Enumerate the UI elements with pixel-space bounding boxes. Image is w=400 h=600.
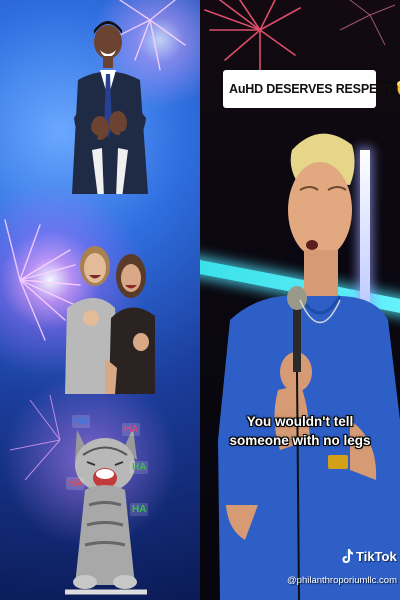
creator-handle[interactable]: @philanthroporiumllc.com	[284, 575, 400, 586]
tiktok-brand-text: TikTok	[356, 548, 397, 564]
clapping-man-sticker	[72, 21, 148, 194]
video-frame: HA HA HA HA HA AuHD DESERVES RESPECT You…	[0, 0, 400, 600]
ha-label: HA	[130, 503, 149, 516]
banner-title: AuHD DESERVES RESPECT	[229, 82, 394, 96]
ha-label: HA	[72, 415, 91, 428]
salute-emoji-icon: 🫡	[396, 80, 400, 98]
subtitle-caption: You wouldn't tell someone with no legs	[220, 412, 380, 450]
title-banner: AuHD DESERVES RESPECT 🫡	[223, 70, 400, 108]
laughing-women-sticker	[65, 246, 155, 394]
caption-line: someone with no legs	[229, 433, 371, 448]
tiktok-note-icon	[342, 549, 353, 563]
ha-label: HA	[66, 477, 85, 490]
tiktok-watermark: TikTok	[340, 548, 397, 564]
left-reaction-panel: HA HA HA HA HA	[0, 0, 200, 600]
caption-line: You wouldn't tell	[246, 414, 354, 429]
ha-label: HA	[122, 423, 141, 436]
laughing-cat-sticker: HA HA HA HA HA	[60, 405, 150, 595]
ha-label: HA	[130, 461, 149, 474]
